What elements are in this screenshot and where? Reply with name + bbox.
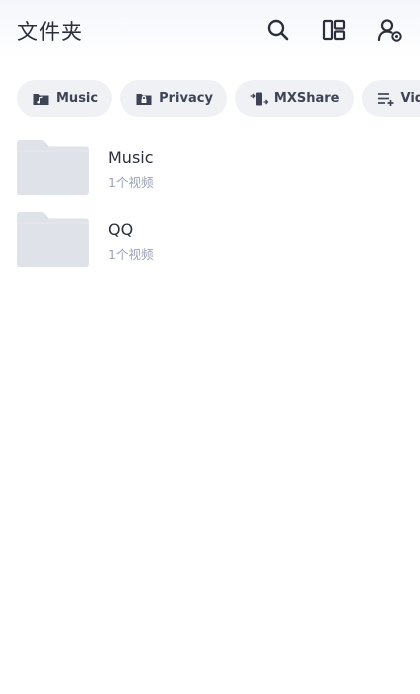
folders-screen: 文件夹 Music Privacy MXShare Vid Music 1个视频… bbox=[0, 0, 420, 694]
playlist-add-icon bbox=[377, 90, 395, 108]
user-settings-icon bbox=[377, 19, 402, 42]
layout-icon bbox=[322, 19, 346, 41]
folder-icon bbox=[17, 212, 89, 267]
music-folder-icon bbox=[32, 90, 50, 108]
privacy-lock-icon bbox=[135, 90, 153, 108]
folder-name: Music bbox=[108, 148, 154, 167]
chip-label: Music bbox=[56, 91, 99, 106]
account-settings-button[interactable] bbox=[376, 16, 404, 44]
list-item[interactable]: Music 1个视频 bbox=[0, 132, 420, 204]
chip-privacy[interactable]: Privacy bbox=[120, 80, 227, 117]
folder-video-count: 1个视频 bbox=[108, 175, 154, 190]
folder-icon bbox=[17, 140, 89, 195]
list-item[interactable]: QQ 1个视频 bbox=[0, 204, 420, 276]
mxshare-transfer-icon bbox=[250, 90, 268, 108]
folder-list: Music 1个视频 QQ 1个视频 bbox=[0, 132, 420, 276]
top-app-bar: 文件夹 bbox=[0, 0, 420, 62]
chip-mxshare[interactable]: MXShare bbox=[234, 80, 354, 117]
layout-toggle-button[interactable] bbox=[320, 16, 348, 44]
chip-label: Privacy bbox=[159, 91, 213, 106]
chip-label: MXShare bbox=[273, 91, 340, 106]
folder-video-count: 1个视频 bbox=[108, 247, 154, 262]
folder-name: QQ bbox=[108, 220, 134, 239]
chip-video-playlist[interactable]: Video P bbox=[361, 80, 420, 117]
chip-label: Video P bbox=[400, 91, 420, 106]
page-title: 文件夹 bbox=[17, 20, 83, 44]
quick-access-chips: Music Privacy MXShare Vid bbox=[17, 80, 420, 117]
search-button[interactable] bbox=[264, 16, 292, 44]
search-icon bbox=[267, 19, 289, 41]
chip-music[interactable]: Music bbox=[17, 80, 113, 117]
